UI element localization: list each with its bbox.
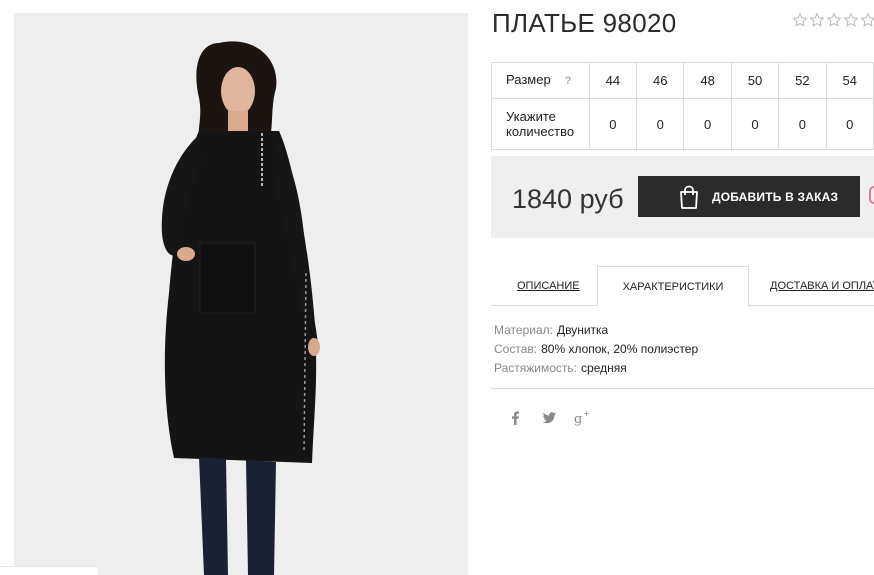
star-icon[interactable] xyxy=(792,12,808,28)
price-box: 1840 руб ДОБАВИТЬ В ЗАКАЗ xyxy=(491,156,874,238)
quantity-input[interactable]: 0 xyxy=(683,98,732,150)
spec-value: средняя xyxy=(581,361,627,375)
model-in-black-dress-image xyxy=(14,13,468,575)
tab-description[interactable]: ОПИСАНИЕ xyxy=(517,266,580,306)
quantity-input[interactable]: 0 xyxy=(825,98,874,150)
size-quantity-table: Размер? 44 46 48 50 52 54 Укажите количе… xyxy=(491,62,874,150)
google-plus-icon[interactable]: g + xyxy=(573,408,593,428)
product-photo[interactable] xyxy=(14,13,468,575)
quantity-input[interactable]: 0 xyxy=(588,98,638,150)
rating-stars[interactable] xyxy=(792,12,874,28)
spec-key: Материал: xyxy=(494,323,553,337)
tab-characteristics-label: ХАРАКТЕРИСТИКИ xyxy=(622,280,724,293)
quantity-input[interactable]: 0 xyxy=(778,98,827,150)
social-share: g + xyxy=(505,408,593,428)
help-icon[interactable]: ? xyxy=(565,75,572,87)
tab-delivery-label: ДОСТАВКА И ОПЛАТ xyxy=(770,280,874,292)
spec-row: Растяжимость: средняя xyxy=(494,359,698,378)
size-cell: 54 xyxy=(825,62,874,99)
twitter-icon[interactable] xyxy=(539,408,559,428)
price: 1840 руб xyxy=(512,184,624,214)
bottom-left-widget xyxy=(0,566,98,575)
spec-key: Растяжимость: xyxy=(494,361,578,375)
star-icon[interactable] xyxy=(826,12,842,28)
spec-value: Двунитка xyxy=(556,323,609,337)
star-icon[interactable] xyxy=(860,12,874,28)
size-row: Размер? 44 46 48 50 52 54 xyxy=(491,62,874,99)
svg-text:+: + xyxy=(583,409,590,418)
size-cell: 52 xyxy=(778,62,827,99)
characteristics-list: Материал: Двунитка Состав: 80% хлопок, 20%… xyxy=(494,321,698,378)
star-icon[interactable] xyxy=(809,12,825,28)
quantity-label: Укажите количество xyxy=(491,98,590,150)
spec-row: Состав: 80% хлопок, 20% полиэстер xyxy=(494,340,698,359)
shopping-bag-icon xyxy=(680,185,698,209)
star-icon[interactable] xyxy=(843,12,859,28)
wishlist-heart-icon[interactable] xyxy=(869,186,874,204)
quantity-row: Укажите количество 0 0 0 0 0 0 xyxy=(491,98,874,150)
svg-text:g: g xyxy=(574,412,582,427)
facebook-icon[interactable] xyxy=(505,408,525,428)
quantity-input[interactable]: 0 xyxy=(636,98,685,150)
spec-row: Материал: Двунитка xyxy=(494,321,698,340)
product-tabs: ОПИСАНИЕ ХАРАКТЕРИСТИКИ ДОСТАВКА И ОПЛАТ xyxy=(491,266,874,307)
spec-key: Состав: xyxy=(494,342,538,356)
size-label-cell: Размер? xyxy=(491,62,590,99)
quantity-input[interactable]: 0 xyxy=(730,98,780,150)
add-to-order-button[interactable]: ДОБАВИТЬ В ЗАКАЗ xyxy=(638,176,860,217)
tab-delivery-payment[interactable]: ДОСТАВКА И ОПЛАТ xyxy=(770,266,874,306)
spec-value: 80% хлопок, 20% полиэстер xyxy=(541,342,699,356)
size-cell: 50 xyxy=(730,62,780,99)
size-cell: 44 xyxy=(588,62,638,99)
add-to-order-label: ДОБАВИТЬ В ЗАКАЗ xyxy=(712,189,839,204)
size-cell: 48 xyxy=(683,62,732,99)
tab-characteristics[interactable]: ХАРАКТЕРИСТИКИ xyxy=(597,266,749,307)
tab-description-label: ОПИСАНИЕ xyxy=(517,280,580,292)
size-label: Размер xyxy=(506,72,551,87)
divider xyxy=(491,388,874,389)
size-cell: 46 xyxy=(636,62,685,99)
product-title: ПЛАТЬЕ 98020 xyxy=(492,8,677,38)
